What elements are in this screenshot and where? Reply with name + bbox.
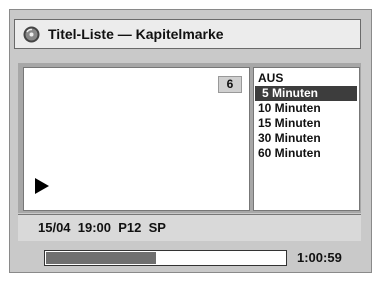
option-60-minuten[interactable]: 60 Minuten — [255, 146, 357, 161]
option-15-minuten[interactable]: 15 Minuten — [255, 116, 357, 131]
video-preview — [23, 67, 250, 211]
play-icon — [35, 178, 49, 194]
page-title: Titel-Liste — Kapitelmarke — [48, 26, 224, 42]
option-10-minuten[interactable]: 10 Minuten — [255, 101, 357, 116]
playback-progress-fill — [46, 252, 156, 264]
option-aus[interactable]: AUS — [255, 71, 357, 86]
recording-info-text: 15/04 19:00 P12 SP — [38, 220, 166, 235]
option-30-minuten[interactable]: 30 Minuten — [255, 131, 357, 146]
recording-info: 15/04 19:00 P12 SP — [18, 214, 361, 241]
chapter-number-badge: 6 — [218, 76, 242, 93]
disc-icon — [23, 26, 40, 43]
option-5-minuten[interactable]: 5 Minuten — [255, 86, 357, 101]
chapter-interval-list[interactable]: AUS 5 Minuten 10 Minuten 15 Minuten 30 M… — [253, 67, 360, 211]
playback-time: 1:00:59 — [297, 250, 342, 265]
playback-progress-bar — [44, 250, 287, 266]
title-bar: Titel-Liste — Kapitelmarke — [14, 19, 361, 49]
